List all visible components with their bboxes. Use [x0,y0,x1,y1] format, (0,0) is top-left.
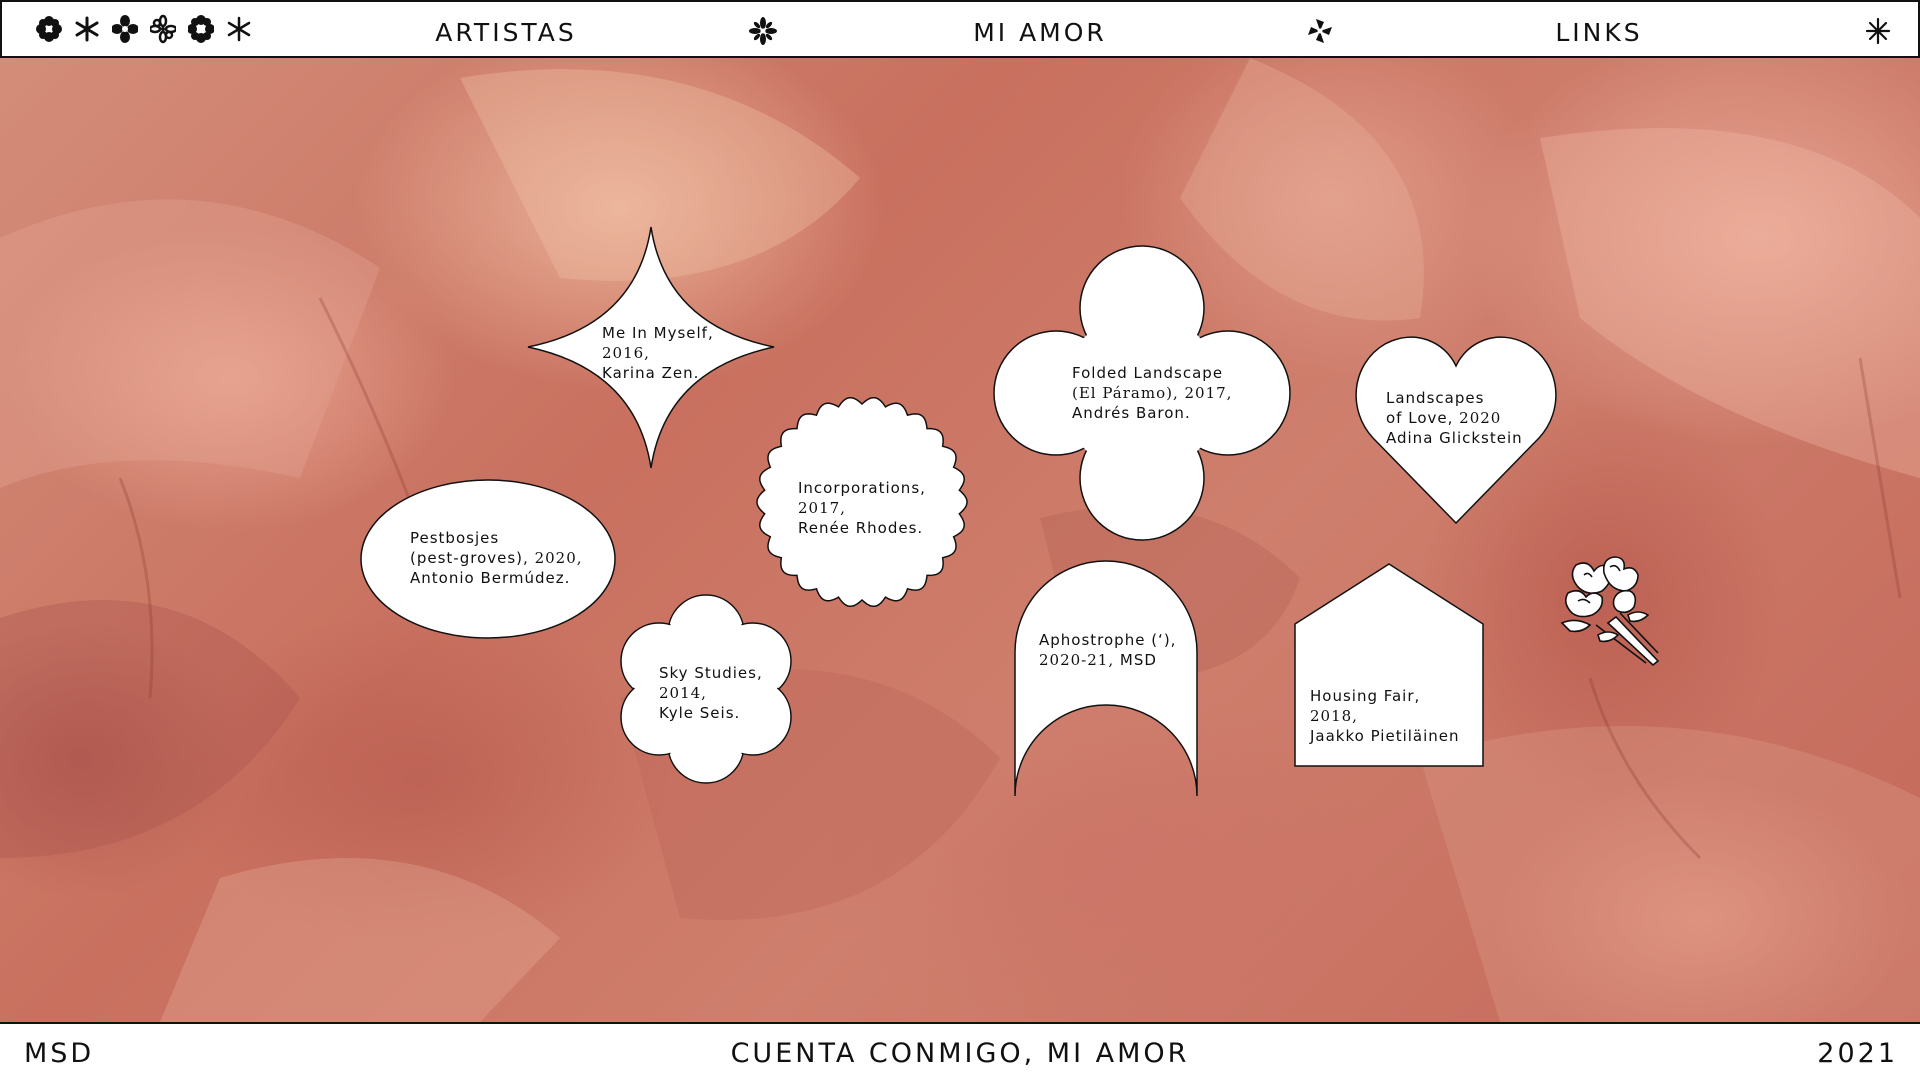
flower-1-icon [36,16,62,42]
work-incorporations[interactable]: Incorporations, 2017, Renée Rhodes. [756,396,968,608]
flower-3-icon [150,14,176,44]
footer-title: CUENTA CONMIGO, MI AMOR [730,1038,1190,1069]
flower-4-icon [188,15,214,43]
footer-year: 2021 [1817,1038,1898,1069]
arch-shape [1014,560,1198,797]
flower-2-icon [112,15,138,43]
bouquet-icon[interactable] [1558,553,1668,668]
top-navigation-bar: ARTISTAS MI AMOR LINKS [0,0,1920,58]
footer-msd-link[interactable]: MSD [24,1038,94,1069]
work-landscapes-of-love[interactable]: Landscapes of Love, 2020 Adina Glickstei… [1353,336,1559,525]
work-label: Pestbosjes (pest-groves), 2020, Antonio … [410,529,583,587]
asterisk-icon [1864,16,1892,46]
work-pestbosjes[interactable]: Pestbosjes (pest-groves), 2020, Antonio … [359,478,617,640]
work-label: Aphostrophe (‘), 2020-21, MSD [1039,631,1177,669]
star-flower-icon [749,16,777,46]
nav-link-mi-amor[interactable]: MI AMOR [973,18,1107,47]
asterisk-icon [227,16,251,42]
pinwheel-flower-icon [1306,16,1334,46]
work-label: Me In Myself, 2016, Karina Zen. [602,324,714,382]
work-label: Folded Landscape (El Páramo), 2017, Andr… [1072,364,1233,422]
work-label: Housing Fair, 2018, Jaakko Pietiläinen [1310,687,1460,745]
nav-link-links[interactable]: LINKS [1555,18,1642,47]
flower-icon-row [36,14,252,44]
work-folded-landscape[interactable]: Folded Landscape (El Páramo), 2017, Andr… [993,245,1291,541]
work-aphostrophe[interactable]: Aphostrophe (‘), 2020-21, MSD [1013,560,1199,798]
footer-bar: MSD CUENTA CONMIGO, MI AMOR 2021 [0,1022,1920,1080]
work-label: Incorporations, 2017, Renée Rhodes. [798,479,926,537]
work-housing-fair[interactable]: Housing Fair, 2018, Jaakko Pietiläinen [1293,562,1485,768]
work-label: Landscapes of Love, 2020 Adina Glickstei… [1386,389,1523,447]
work-sky-studies[interactable]: Sky Studies, 2014, Kyle Seis. [619,593,793,785]
work-label: Sky Studies, 2014, Kyle Seis. [659,664,763,722]
work-me-in-myself[interactable]: Me In Myself, 2016, Karina Zen. [526,225,776,470]
asterisk-flower-icon [75,16,99,42]
nav-link-artistas[interactable]: ARTISTAS [435,18,576,47]
